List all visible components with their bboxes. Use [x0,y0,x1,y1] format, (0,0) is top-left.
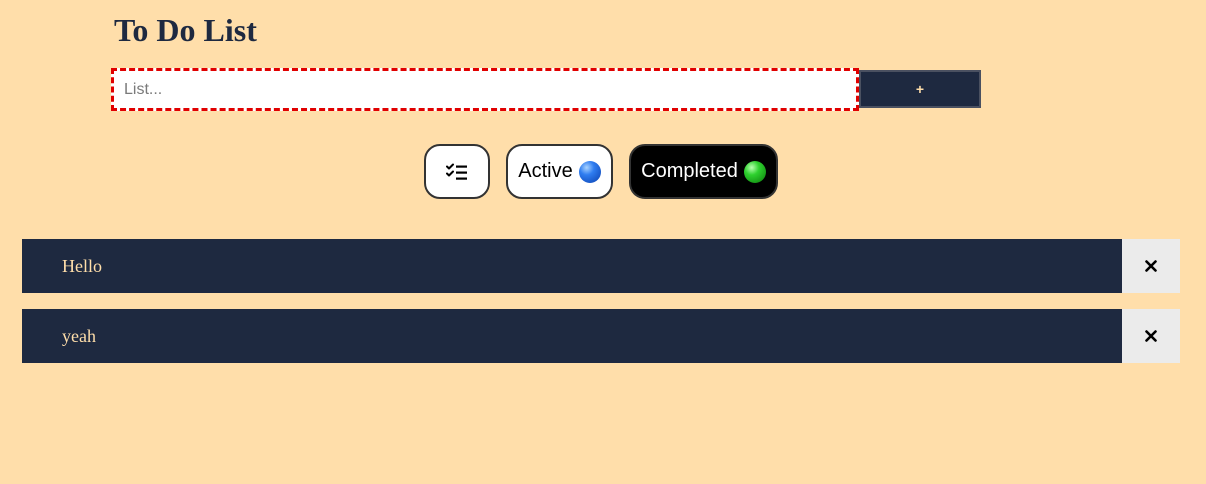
todo-item-body[interactable]: Hello [22,239,1122,293]
filter-active-label: Active [518,160,573,182]
delete-todo-button[interactable] [1122,309,1180,363]
close-icon [1145,260,1157,272]
add-button[interactable]: + [859,70,981,108]
filter-active-button[interactable]: Active [506,144,613,199]
green-circle-icon [743,160,766,183]
todo-item-text: Hello [62,255,102,276]
filter-all-button[interactable] [424,144,490,199]
todo-item-body[interactable]: yeah [22,309,1122,363]
filter-completed-label: Completed [641,160,738,182]
add-todo-form: + [111,68,981,111]
filter-completed-button[interactable]: Completed [629,144,778,199]
delete-todo-button[interactable] [1122,239,1180,293]
blue-circle-icon [578,160,601,183]
todo-item: yeah [22,309,1180,363]
close-icon [1145,330,1157,342]
todo-input[interactable] [111,68,859,111]
checklist-icon [446,163,467,180]
todo-item: Hello [22,239,1180,293]
todo-item-text: yeah [62,325,96,346]
page-title: To Do List [114,12,257,48]
